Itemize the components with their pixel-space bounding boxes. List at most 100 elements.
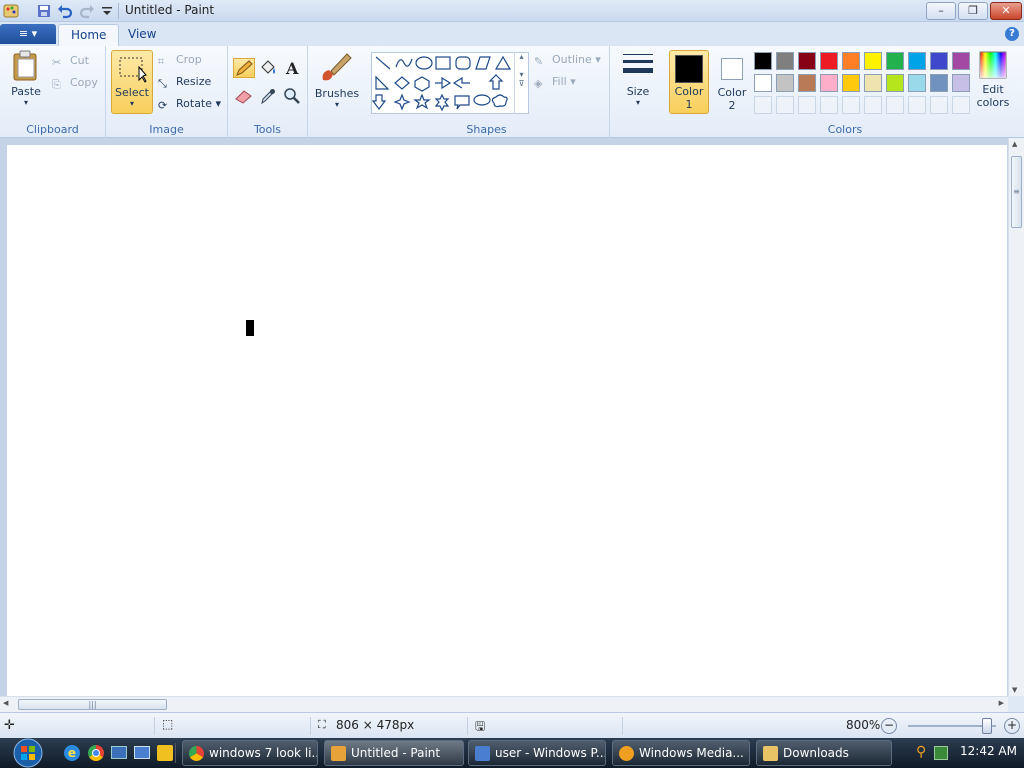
restore-button[interactable]: ❐ — [958, 2, 988, 20]
scroll-up-arrow[interactable]: ▲ — [1012, 140, 1017, 148]
paint-app-icon[interactable] — [3, 3, 19, 19]
palette-swatch[interactable] — [864, 52, 882, 70]
svg-text:A: A — [285, 59, 299, 77]
vertical-scroll-thumb[interactable]: ≡ — [1011, 156, 1022, 228]
fill-button[interactable]: ◈ Fill ▾ — [534, 73, 576, 91]
copy-icon: ⎘ — [52, 78, 61, 91]
eraser-tool[interactable] — [233, 86, 255, 106]
start-button[interactable] — [8, 738, 48, 768]
task-windows-explorer[interactable]: user - Windows P... — [468, 740, 606, 766]
clipboard-group-label: Clipboard — [26, 123, 79, 136]
crop-button[interactable]: ⌗ Crop — [158, 51, 202, 69]
custom-color-slot[interactable] — [908, 96, 926, 114]
palette-swatch[interactable] — [754, 52, 772, 70]
tab-home[interactable]: Home — [58, 24, 120, 46]
minimize-button[interactable]: – — [926, 2, 956, 20]
save-icon[interactable] — [36, 3, 52, 19]
vertical-scrollbar[interactable]: ▲ ≡ ▼ — [1008, 138, 1024, 696]
palette-swatch[interactable] — [864, 74, 882, 92]
image-group-label: Image — [149, 123, 184, 136]
brushes-group: Brushes ▾ — [308, 46, 364, 138]
zoom-in-button[interactable]: + — [1004, 718, 1020, 734]
zoom-slider-thumb[interactable] — [982, 718, 992, 734]
colors-group-label: Colors — [827, 123, 863, 136]
outline-button[interactable]: ✎ Outline ▾ — [534, 51, 601, 69]
clock[interactable]: 12:42 AM — [960, 744, 1017, 758]
custom-color-slot[interactable] — [798, 96, 816, 114]
palette-swatch[interactable] — [930, 52, 948, 70]
custom-color-slot[interactable] — [776, 96, 794, 114]
color2-button[interactable]: Color 2 — [712, 50, 752, 114]
fill-tool[interactable] — [257, 58, 279, 78]
palette-swatch[interactable] — [776, 74, 794, 92]
scroll-down-arrow[interactable]: ▼ — [1012, 686, 1017, 694]
custom-color-slot[interactable] — [864, 96, 882, 114]
palette-swatch[interactable] — [798, 52, 816, 70]
pencil-tool[interactable] — [233, 58, 255, 78]
scroll-right-arrow[interactable]: ▶ — [999, 699, 1004, 707]
palette-swatch[interactable] — [952, 52, 970, 70]
palette-swatch[interactable] — [886, 52, 904, 70]
show-desktop-icon[interactable] — [111, 746, 127, 759]
select-button[interactable]: Select ▾ — [111, 50, 153, 114]
drawing-canvas[interactable] — [7, 145, 1007, 696]
palette-swatch[interactable] — [798, 74, 816, 92]
edit-colors-button[interactable]: Edit colors — [972, 50, 1014, 114]
close-button[interactable]: ✕ — [990, 2, 1022, 20]
shapes-gallery-icons[interactable] — [371, 53, 528, 113]
task-windows-media[interactable]: Windows Media... — [612, 740, 750, 766]
switch-windows-icon[interactable] — [134, 746, 150, 759]
paint-menu-button[interactable]: ≡ ▾ — [0, 24, 56, 44]
cut-button[interactable]: ✂ Cut — [52, 52, 89, 70]
tab-view[interactable]: View — [116, 24, 168, 46]
magnifier-tool[interactable] — [281, 86, 303, 106]
custom-color-slot[interactable] — [820, 96, 838, 114]
search-tray-icon[interactable]: ⚲ — [916, 744, 926, 760]
palette-swatch[interactable] — [754, 74, 772, 92]
horizontal-scrollbar[interactable]: ◀ ||| ▶ — [0, 696, 1008, 712]
chrome-icon[interactable] — [88, 745, 104, 761]
rotate-button[interactable]: ⟳ Rotate ▾ — [158, 95, 221, 113]
paint-bucket-icon — [261, 60, 275, 74]
palette-swatch[interactable] — [952, 74, 970, 92]
network-tray-icon[interactable] — [934, 746, 948, 760]
size-button[interactable]: Size ▾ — [616, 50, 660, 114]
undo-icon[interactable] — [57, 3, 73, 19]
palette-swatch[interactable] — [908, 74, 926, 92]
resize-button[interactable]: ⤡ Resize — [158, 73, 211, 91]
media-player-quicklaunch-icon[interactable] — [157, 745, 173, 761]
shapes-scroll[interactable]: ▴ ▾ ⊽ — [514, 52, 528, 114]
custom-color-slot[interactable] — [930, 96, 948, 114]
size-group: Size ▾ — [610, 46, 666, 138]
text-tool[interactable]: A — [281, 58, 303, 78]
task-downloads[interactable]: Downloads — [756, 740, 892, 766]
internet-explorer-icon[interactable]: e — [64, 745, 80, 761]
palette-swatch[interactable] — [820, 52, 838, 70]
custom-color-slot[interactable] — [952, 96, 970, 114]
help-icon[interactable]: ? — [1005, 27, 1019, 41]
palette-swatch[interactable] — [908, 52, 926, 70]
brushes-button[interactable]: Brushes ▾ — [312, 50, 362, 114]
palette-swatch[interactable] — [842, 74, 860, 92]
custom-color-slot[interactable] — [842, 96, 860, 114]
windows-logo-icon — [13, 738, 43, 768]
status-bar: ✛ ⬚ ⛶ 806 × 478px 🖫 800% − + — [0, 712, 1024, 738]
custom-color-slot[interactable] — [754, 96, 772, 114]
palette-swatch[interactable] — [776, 52, 794, 70]
scroll-left-arrow[interactable]: ◀ — [3, 699, 8, 707]
custom-color-slot[interactable] — [886, 96, 904, 114]
color-picker-tool[interactable] — [257, 86, 279, 106]
task-chrome[interactable]: windows 7 look li... — [182, 740, 318, 766]
zoom-out-button[interactable]: − — [881, 718, 897, 734]
horizontal-scroll-thumb[interactable]: ||| — [18, 699, 167, 710]
palette-swatch[interactable] — [820, 74, 838, 92]
palette-swatch[interactable] — [886, 74, 904, 92]
redo-icon[interactable] — [79, 3, 95, 19]
customize-qat-icon[interactable] — [99, 3, 115, 19]
task-paint[interactable]: Untitled - Paint — [324, 740, 464, 766]
copy-button[interactable]: ⎘ Copy — [52, 74, 98, 92]
palette-swatch[interactable] — [842, 52, 860, 70]
palette-swatch[interactable] — [930, 74, 948, 92]
color1-button[interactable]: Color 1 — [669, 50, 709, 114]
paste-button[interactable]: Paste ▾ — [6, 50, 46, 112]
